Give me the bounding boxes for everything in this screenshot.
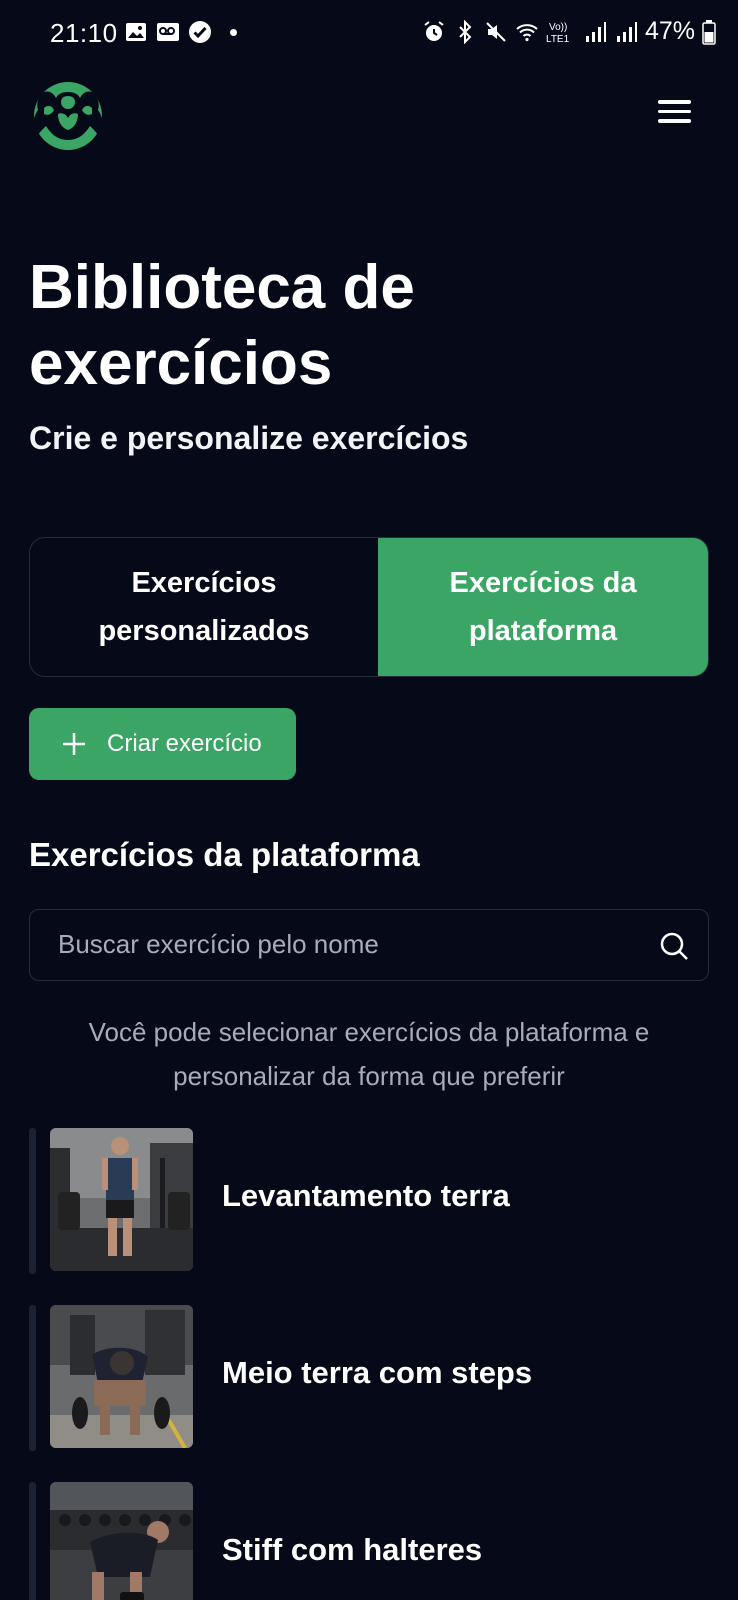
exercise-thumbnail (50, 1128, 193, 1271)
exercise-list-item[interactable]: Stiff com halteres (29, 1482, 709, 1600)
page-title: Biblioteca de exercícios (29, 253, 415, 398)
signal-icon (616, 21, 637, 42)
exercise-list-item[interactable]: Meio terra com steps (29, 1305, 709, 1451)
section-title: Exercícios da plataforma (29, 836, 420, 873)
tab-platform-exercises[interactable]: Exercícios da plataforma (378, 538, 708, 676)
volte-icon: Vo))LTE1 (546, 22, 570, 45)
battery-percent: 47% (644, 17, 695, 45)
check-circle-icon (189, 21, 211, 43)
status-bar: 21:10 Vo)) LTE1 47% (0, 0, 738, 66)
list-item-accent (29, 1128, 36, 1274)
list-item-accent (29, 1305, 36, 1451)
list-item-accent (29, 1482, 36, 1600)
exercise-list-item[interactable]: Levantamento terra (29, 1128, 709, 1274)
notification-dot (230, 29, 237, 36)
app-screen: 21:10 Vo)) LTE1 47% Biblioteca de exercí… (0, 0, 738, 1600)
plus-icon (63, 733, 85, 755)
page-subtitle: Crie e personalize exercícios (29, 420, 469, 456)
battery-icon (702, 19, 716, 45)
mute-icon (486, 21, 506, 42)
bluetooth-icon (459, 19, 472, 44)
create-exercise-label: Criar exercício (107, 730, 262, 757)
tab-custom-exercises[interactable]: Exercícios personalizados (30, 538, 378, 676)
status-time: 21:10 (50, 18, 118, 48)
hamburger-menu-icon[interactable] (652, 94, 698, 134)
svg-text:Vo)): Vo)) (549, 22, 567, 33)
wifi-icon (516, 23, 538, 41)
helper-text: Você pode selecionar exercícios da plata… (88, 1017, 650, 1091)
exercise-name: Stiff com halteres (222, 1532, 483, 1567)
library-tabs: Exercícios personalizados Exercícios da … (29, 537, 709, 677)
search-icon[interactable] (658, 930, 690, 962)
search-input[interactable] (58, 910, 628, 979)
signal-icon (585, 21, 606, 42)
exercise-name: Levantamento terra (222, 1178, 510, 1213)
create-exercise-button[interactable]: Criar exercício (29, 708, 296, 780)
exercise-thumbnail (50, 1482, 193, 1600)
exercise-thumbnail (50, 1305, 193, 1448)
exercise-name: Meio terra com steps (222, 1355, 533, 1390)
svg-text:LTE1: LTE1 (546, 34, 570, 45)
status-left-icons (124, 20, 212, 44)
status-right-icons: Vo)) LTE1 47% (422, 17, 716, 46)
alarm-icon (424, 20, 444, 41)
voicemail-icon (157, 23, 179, 41)
bodybuilder-logo-icon[interactable] (28, 78, 108, 152)
image-icon (126, 23, 146, 41)
search-box (29, 909, 709, 981)
